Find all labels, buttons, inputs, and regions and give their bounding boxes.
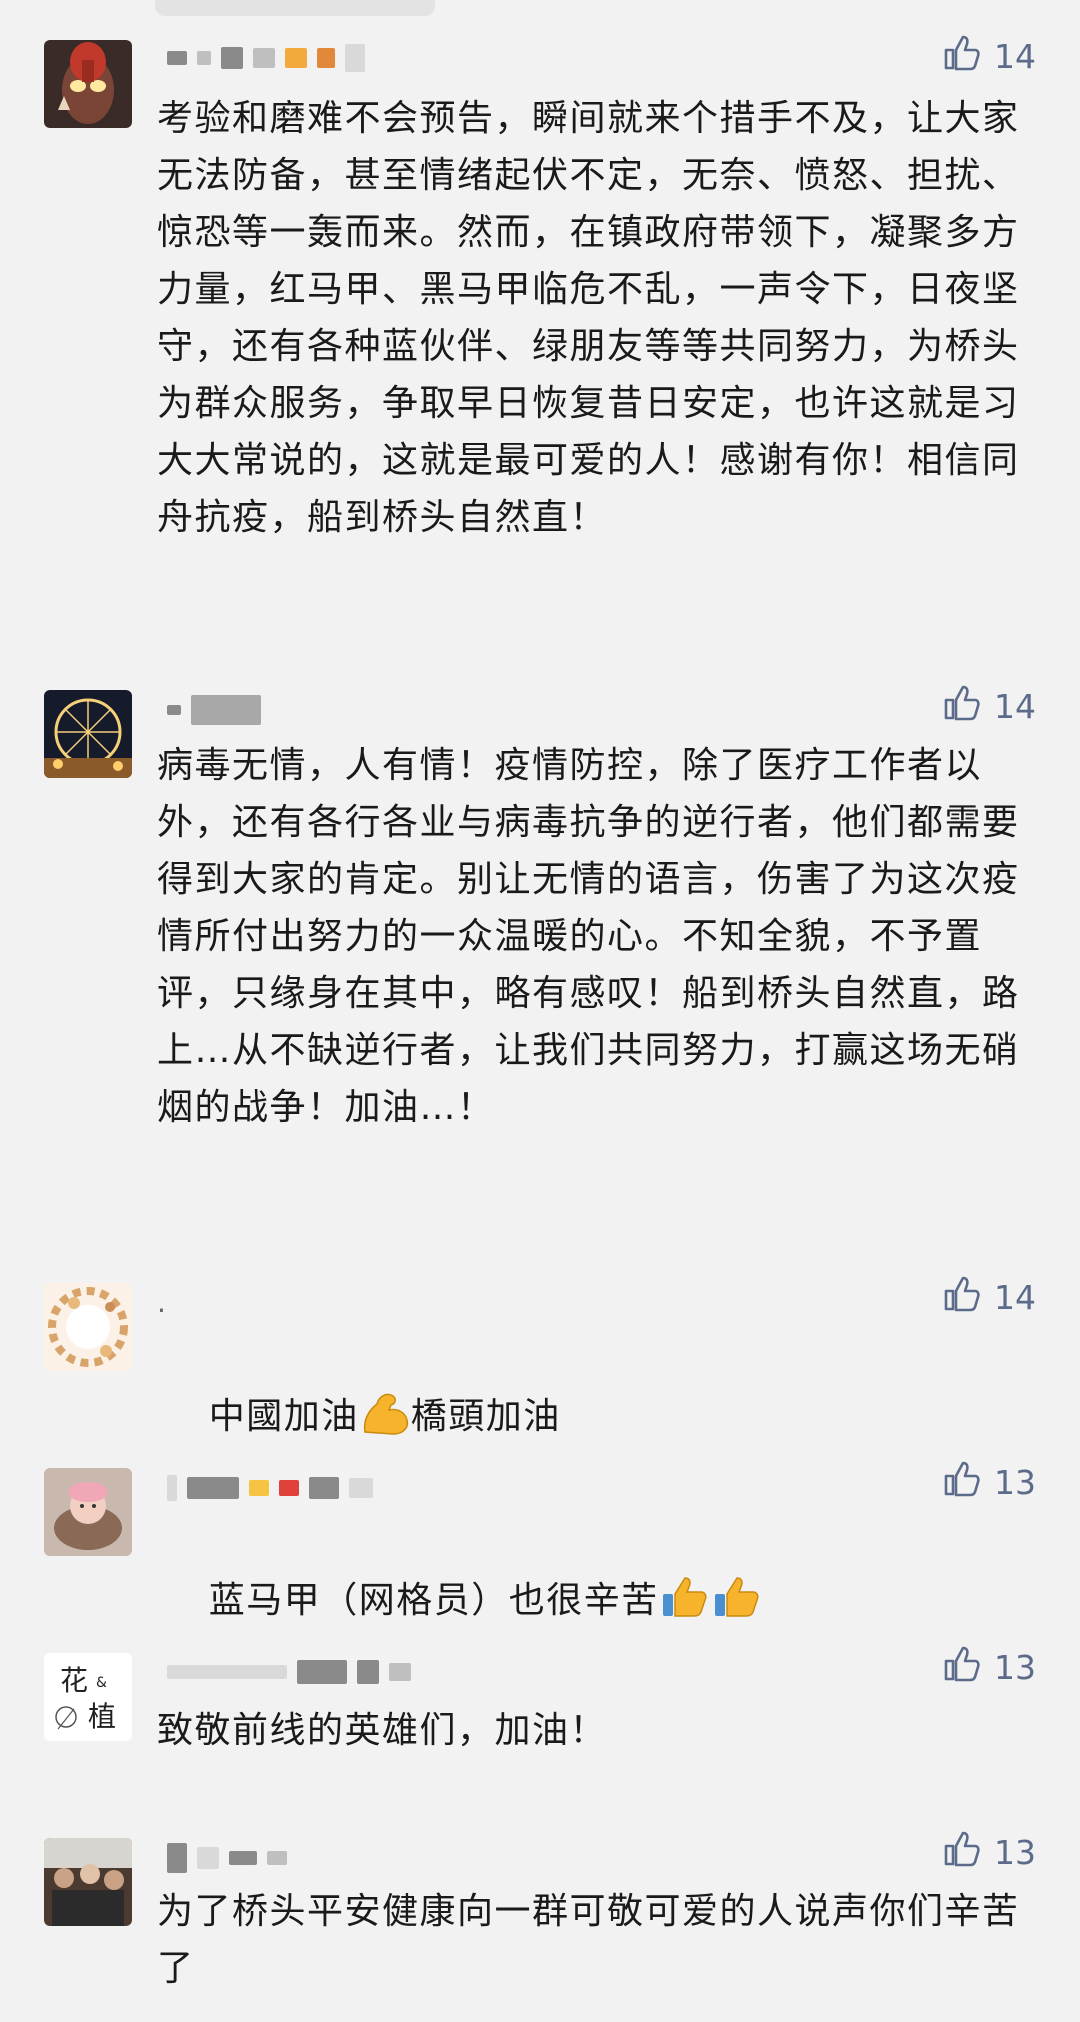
username[interactable] (157, 694, 261, 726)
thumbs-up-outline-icon (942, 32, 982, 80)
avatar[interactable] (44, 40, 132, 128)
thumbs-up-outline-icon (942, 682, 982, 730)
comment-text-main: 蓝马甲（网格员）也很辛苦 (208, 1580, 659, 1621)
like-button[interactable]: 13 (942, 1460, 1036, 1504)
thumbs-up-outline-icon (942, 1458, 982, 1506)
avatar[interactable] (44, 1838, 132, 1926)
thumbs-up-emoji (659, 1574, 711, 1637)
flexed-biceps-emoji (359, 1390, 411, 1453)
like-count: 13 (994, 1647, 1036, 1687)
username[interactable] (157, 1842, 287, 1874)
like-count: 13 (994, 1832, 1036, 1872)
username[interactable]: . (157, 1285, 166, 1319)
like-count: 14 (994, 1277, 1036, 1317)
username[interactable] (157, 42, 365, 74)
comment-text: 致敬前线的英雄们，加油！ (157, 1710, 608, 1751)
thumbs-up-outline-icon (942, 1273, 982, 1321)
thumbs-up-outline-icon (942, 1643, 982, 1691)
like-count: 14 (994, 36, 1036, 76)
username-text: . (157, 1285, 166, 1319)
like-button[interactable]: 14 (942, 1275, 1036, 1319)
thumbs-up-outline-icon (942, 1828, 982, 1876)
like-button[interactable]: 14 (942, 684, 1036, 728)
avatar[interactable] (44, 1283, 132, 1371)
avatar[interactable] (44, 690, 132, 778)
comment-text: 为了桥头平安健康向一群可敬可爱的人说声你们辛苦了 (157, 1891, 1020, 1989)
comment-text: 考验和磨难不会预告，瞬间就来个措手不及，让大家无法防备，甚至情绪起伏不定，无奈、… (157, 98, 1020, 538)
avatar[interactable] (44, 1468, 132, 1556)
like-button[interactable]: 13 (942, 1645, 1036, 1689)
like-count: 14 (994, 686, 1036, 726)
like-count: 13 (994, 1462, 1036, 1502)
avatar[interactable]: 花 & 植 (44, 1653, 132, 1741)
username[interactable] (157, 1656, 411, 1688)
comment-text: 病毒无情，人有情！疫情防控，除了医疗工作者以外，还有各行各业与病毒抗争的逆行者，… (157, 745, 1020, 1128)
like-button[interactable]: 13 (942, 1830, 1036, 1874)
comment-text-before: 中國加油 (208, 1396, 359, 1437)
thumbs-up-emoji (711, 1574, 763, 1637)
like-button[interactable]: 14 (942, 34, 1036, 78)
comment-text-after: 橋頭加油 (410, 1396, 561, 1437)
username[interactable] (157, 1472, 373, 1504)
top-scroll-tab (155, 0, 435, 16)
